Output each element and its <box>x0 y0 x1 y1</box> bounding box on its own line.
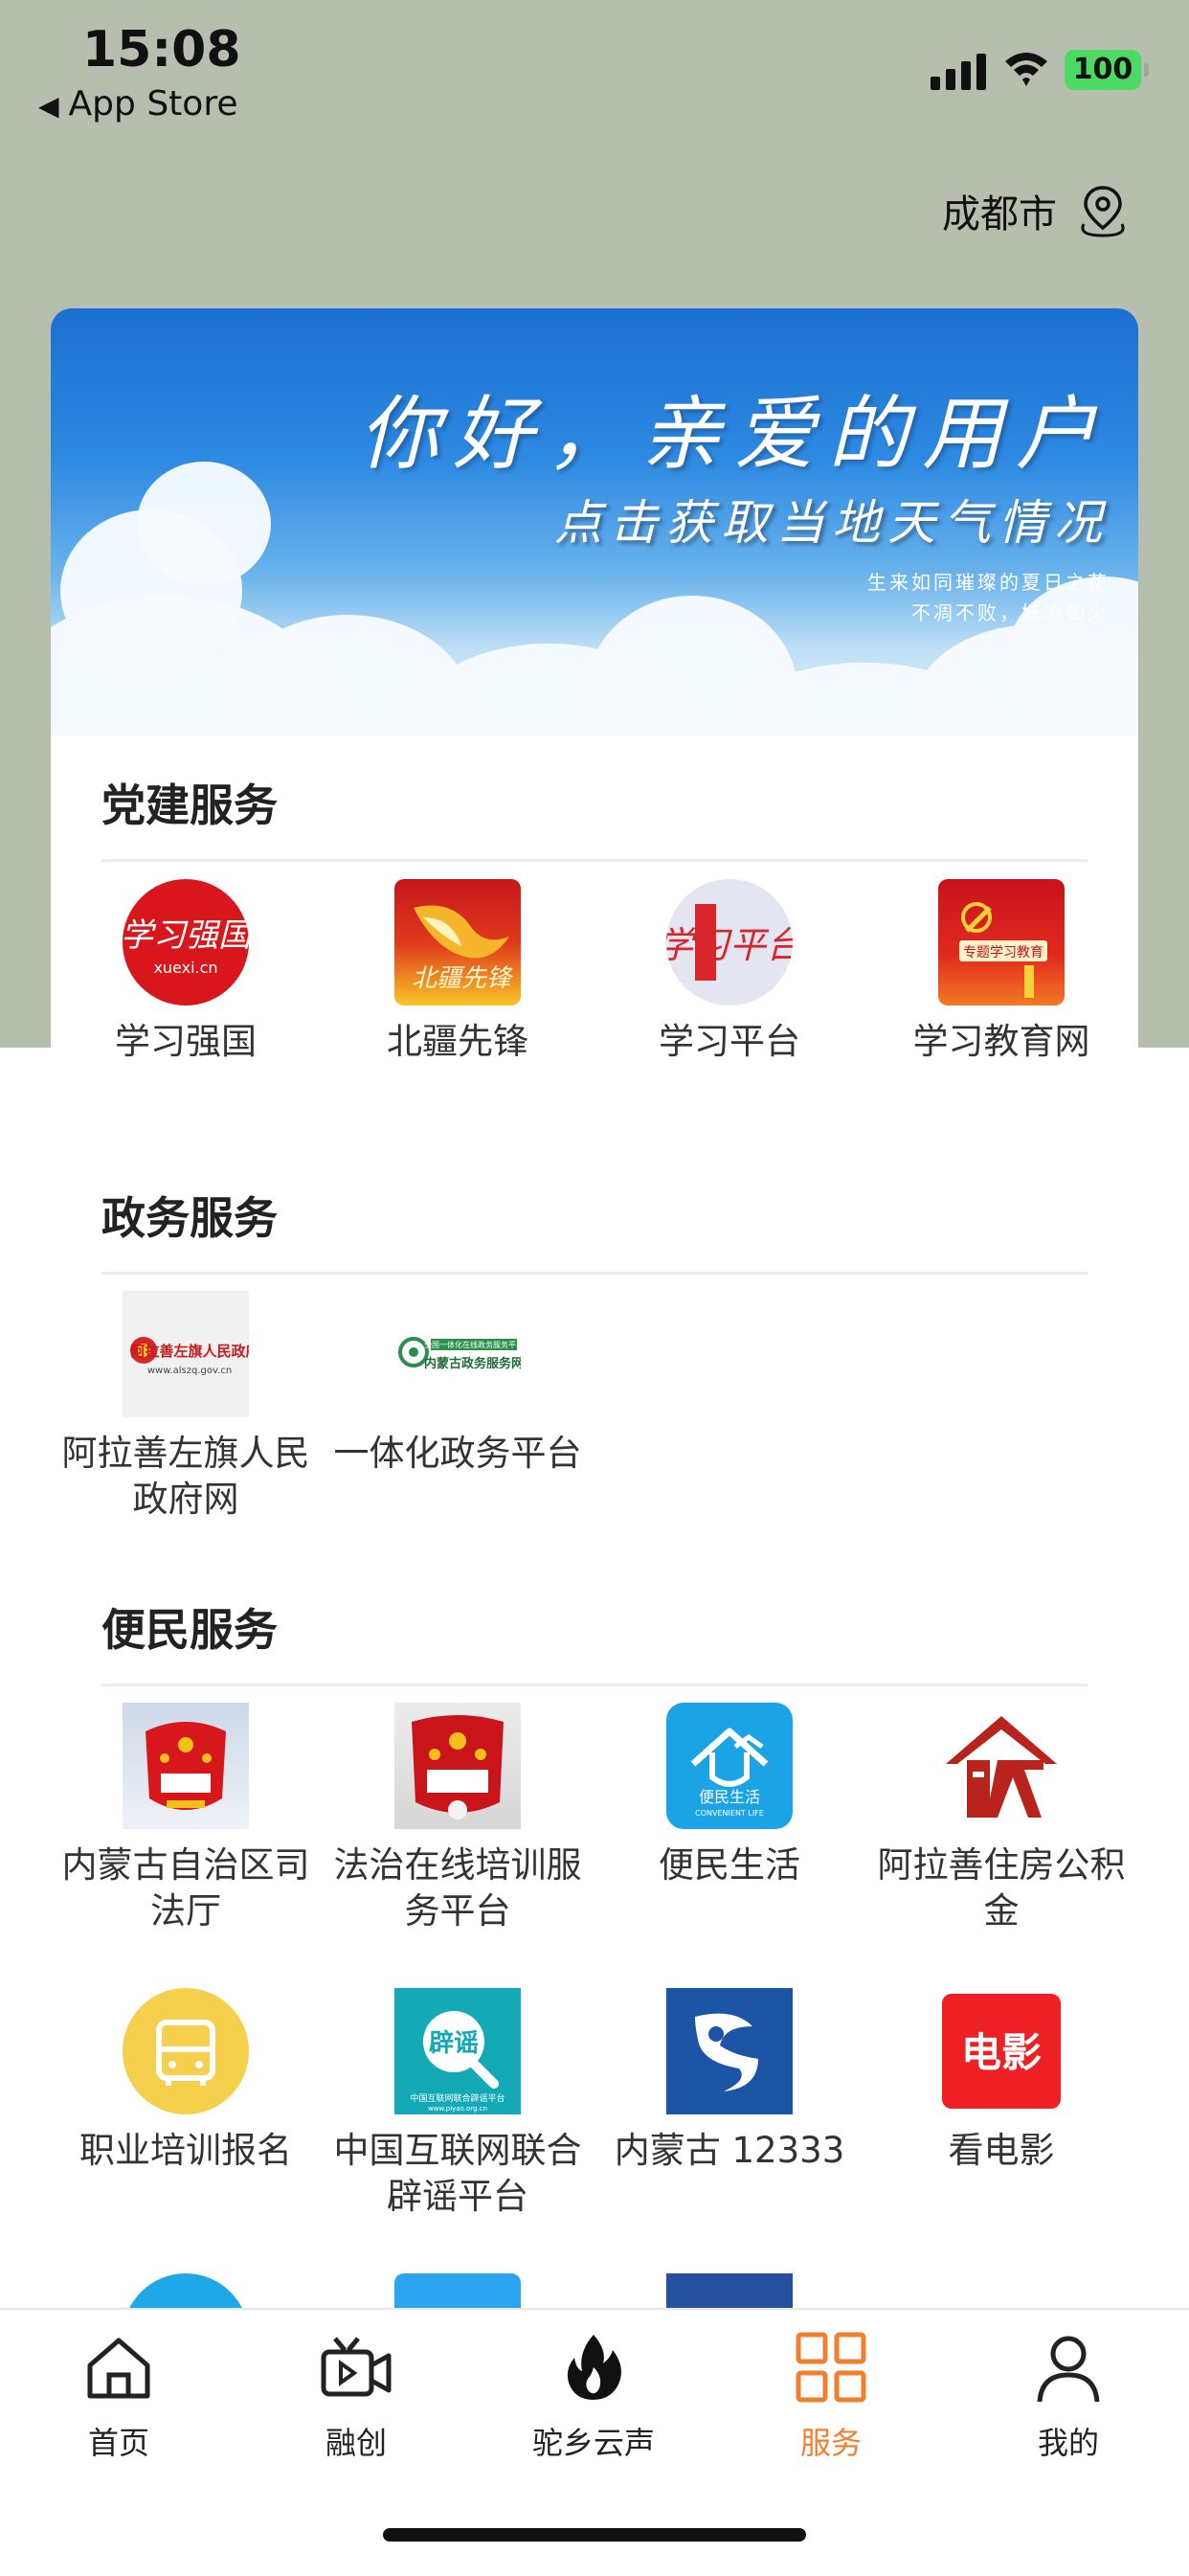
badge-text: 便民生活 <box>699 1788 760 1806</box>
svg-text:xuexi.cn: xuexi.cn <box>153 959 217 977</box>
housing-fund-icon <box>938 1703 1065 1829</box>
service-law-training[interactable]: 法治在线培训服务平台 <box>322 1703 594 1934</box>
tab-label: 首页 <box>87 2425 149 2461</box>
movie-icon: 电影 <box>938 1988 1065 2114</box>
tab-tuoxiang-yunsheng[interactable]: 驼乡云声 <box>475 2329 712 2463</box>
badge-subtext: 中国互联网联合辟谣平台 <box>410 2092 505 2104</box>
section-title: 党建服务 <box>101 780 278 831</box>
tab-services[interactable]: 服务 <box>712 2329 950 2463</box>
service-label: 学习强国 <box>115 1021 257 1062</box>
section-divider <box>101 1272 1088 1275</box>
xuexi-jiaoyu-icon: 专题学习教育 <box>938 879 1065 1006</box>
section-divider <box>101 859 1088 862</box>
svg-text:学习强国: 学习强国 <box>123 916 249 955</box>
svg-text:北疆先锋: 北疆先锋 <box>412 964 514 993</box>
banner-poem: 生来如同璀璨的夏日之花 不凋不败，妖冶如火 <box>867 571 1110 624</box>
service-label: 中国互联网联合辟谣平台 <box>333 2130 582 2217</box>
service-nmg-12333[interactable]: 内蒙古 12333 <box>594 1988 865 2174</box>
location-city: 成都市 <box>942 192 1057 237</box>
badge-url: www.alszq.gov.cn <box>147 1366 232 1376</box>
service-label: 学习平台 <box>659 1021 800 1062</box>
service-label: 职业培训报名 <box>79 2130 292 2171</box>
svg-text:专题学习教育: 专题学习教育 <box>963 945 1043 960</box>
tab-label: 融创 <box>325 2425 387 2461</box>
service-rumor-refute[interactable]: 辟谣 中国互联网联合辟谣平台 www.piyao.org.cn 中国互联网联合辟… <box>322 1988 594 2220</box>
bus-icon <box>123 1988 249 2114</box>
video-icon <box>321 2337 392 2397</box>
service-job-training[interactable]: 职业培训报名 <box>50 1988 322 2174</box>
badge-url: www.piyao.org.cn <box>428 2105 487 2113</box>
section-divider <box>101 1683 1088 1686</box>
flame-icon <box>567 2335 621 2400</box>
convenient-life-icon: 便民生活 CONVENIENT LIFE <box>666 1703 793 1829</box>
badge-top-text: 全国一体化在线政务服务平台 <box>424 1340 521 1349</box>
service-label: 便民生活 <box>659 1844 800 1886</box>
svg-text:学习平台: 学习平台 <box>666 924 793 966</box>
badge-subtext: CONVENIENT LIFE <box>695 1809 764 1818</box>
service-label: 内蒙古自治区司法厅 <box>61 1844 310 1932</box>
service-xuexi-jiaoyu[interactable]: 专题学习教育 学习教育网 <box>865 879 1137 1065</box>
badge-text: 辟谣 <box>428 2028 479 2058</box>
service-label: 北疆先锋 <box>387 1021 528 1062</box>
service-movie[interactable]: 电影 看电影 <box>865 1988 1137 2174</box>
service-label: 内蒙古 12333 <box>614 2130 845 2171</box>
service-label: 学习教育网 <box>912 1021 1090 1062</box>
service-yitihua-gov[interactable]: 全国一体化在线政务服务平台 内蒙古政务服务网 一体化政务平台 <box>322 1291 594 1477</box>
service-beijiang-xianfeng[interactable]: 北疆先锋 北疆先锋 <box>322 879 594 1065</box>
alashan-gov-icon: 阿拉善左旗人民政府 www.alszq.gov.cn <box>123 1291 249 1417</box>
section-title: 政务服务 <box>101 1192 278 1244</box>
tab-label: 驼乡云声 <box>531 2425 655 2461</box>
tab-label: 我的 <box>1037 2425 1099 2461</box>
location-selector[interactable]: 成都市 <box>942 182 1132 239</box>
service-xuexi-pingtai[interactable]: 学习平台 学习平台 <box>594 879 865 1065</box>
service-justice-department[interactable]: 内蒙古自治区司法厅 <box>50 1703 322 1934</box>
badge-text: 电影 <box>961 2029 1042 2076</box>
tab-rongchuang[interactable]: 融创 <box>237 2329 475 2463</box>
tab-home[interactable]: 首页 <box>0 2329 237 2463</box>
service-label: 一体化政务平台 <box>333 1433 582 1474</box>
service-alashan-gov[interactable]: 阿拉善左旗人民政府 www.alszq.gov.cn 阿拉善左旗人民政府网 <box>50 1291 322 1523</box>
service-housing-fund[interactable]: 阿拉善住房公积金 <box>865 1703 1137 1934</box>
location-pin-icon <box>1081 186 1125 237</box>
back-arrow-icon: ◀ <box>38 90 59 122</box>
rumor-refute-icon: 辟谣 中国互联网联合辟谣平台 www.piyao.org.cn <box>394 1988 521 2114</box>
banner-weather-prompt: 点击获取当地天气情况 <box>554 495 1110 551</box>
tab-label: 服务 <box>799 2425 862 2461</box>
badge-text: 内蒙古政务服务网 <box>424 1356 521 1371</box>
service-xuexi-qiangguo[interactable]: 学习强国 xuexi.cn 学习强国 <box>50 879 322 1065</box>
neimenggu-gov-icon: 全国一体化在线政务服务平台 内蒙古政务服务网 <box>394 1291 521 1417</box>
cellular-signal-icon <box>931 52 988 90</box>
wifi-icon <box>1005 53 1047 86</box>
user-icon <box>1037 2336 1100 2403</box>
status-time: 15:08 <box>82 21 241 79</box>
law-training-icon <box>394 1703 521 1829</box>
service-convenient-life[interactable]: 便民生活 CONVENIENT LIFE 便民生活 <box>594 1703 865 1888</box>
beijiang-xianfeng-icon: 北疆先锋 <box>394 879 521 1006</box>
section-title: 便民服务 <box>101 1604 278 1656</box>
service-label: 法治在线培训服务平台 <box>333 1844 582 1932</box>
nmg-12333-icon <box>666 1988 793 2114</box>
service-label: 阿拉善左旗人民政府网 <box>61 1433 310 1520</box>
status-bar: 15:08 ◀ App Store 100 <box>0 0 1189 134</box>
home-indicator[interactable] <box>383 2528 806 2542</box>
back-label: App Store <box>68 84 238 124</box>
tab-mine[interactable]: 我的 <box>950 2329 1187 2463</box>
service-label: 阿拉善住房公积金 <box>877 1844 1126 1932</box>
home-icon <box>87 2338 150 2399</box>
weather-banner[interactable]: 你好，亲爱的用户 点击获取当地天气情况 生来如同璀璨的夏日之花 不凋不败，妖冶如… <box>51 308 1138 735</box>
xuexi-qiangguo-icon: 学习强国 xuexi.cn <box>123 879 249 1006</box>
justice-emblem-icon <box>123 1703 249 1829</box>
banner-greeting: 你好，亲爱的用户 <box>358 387 1110 481</box>
xuexi-pingtai-icon: 学习平台 <box>666 879 793 1006</box>
back-to-app-store[interactable]: ◀ App Store <box>38 84 237 124</box>
badge-text: 阿拉善左旗人民政府 <box>130 1343 249 1360</box>
grid-icon <box>796 2332 866 2403</box>
battery-indicator: 100 <box>1065 50 1149 90</box>
service-label: 看电影 <box>948 2130 1055 2171</box>
